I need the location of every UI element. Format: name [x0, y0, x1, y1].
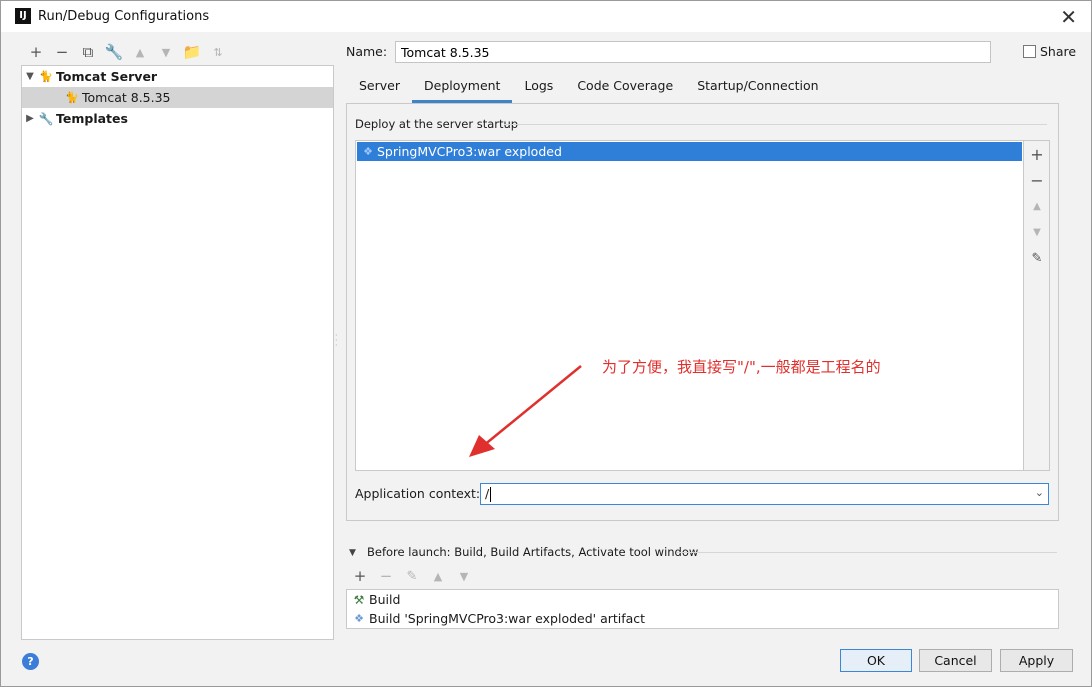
- edit-defaults-wrench-icon[interactable]: 🔧: [101, 43, 127, 61]
- list-item[interactable]: ❖ Build 'SpringMVCPro3:war exploded' art…: [347, 609, 1058, 628]
- chevron-right-icon[interactable]: ▶: [22, 113, 38, 124]
- list-item[interactable]: ⚒ Build: [347, 590, 1058, 609]
- add-icon[interactable]: +: [347, 567, 373, 585]
- move-down-icon[interactable]: ▼: [1024, 222, 1050, 242]
- remove-config-icon[interactable]: −: [49, 43, 75, 61]
- text-caret: [490, 487, 491, 502]
- deploy-artifact-list[interactable]: ❖ SpringMVCPro3:war exploded: [355, 140, 1024, 471]
- tree-item-label: Templates: [56, 111, 128, 126]
- name-input[interactable]: [395, 41, 991, 63]
- move-up-icon[interactable]: ▲: [127, 43, 153, 61]
- chevron-down-icon[interactable]: ▼: [22, 71, 38, 82]
- run-debug-dialog: IJ Run/Debug Configurations ✕ + − ⧉ 🔧 ▲ …: [0, 0, 1092, 687]
- edit-pencil-icon[interactable]: ✎: [1024, 248, 1050, 268]
- share-checkbox[interactable]: [1023, 45, 1036, 58]
- tree-item-label: Tomcat Server: [56, 69, 158, 84]
- config-tree: ▼ 🐈 Tomcat Server 🐈 Tomcat 8.5.35 ▶ 🔧 Te…: [21, 65, 334, 640]
- cancel-button[interactable]: Cancel: [919, 649, 992, 672]
- tab-server[interactable]: Server: [347, 73, 412, 103]
- hammer-icon: ⚒: [353, 592, 365, 607]
- intellij-app-icon: IJ: [15, 8, 31, 24]
- remove-icon[interactable]: −: [1024, 170, 1050, 190]
- deploy-group-title: Deploy at the server startup: [355, 117, 519, 131]
- name-label: Name:: [346, 44, 388, 59]
- close-icon[interactable]: ✕: [1060, 5, 1077, 29]
- move-up-icon[interactable]: ▲: [425, 567, 451, 585]
- tomcat-icon: 🐈: [39, 70, 53, 83]
- before-launch-title[interactable]: Before launch: Build, Build Artifacts, A…: [367, 545, 698, 559]
- wrench-icon: 🔧: [38, 111, 54, 126]
- sort-icon[interactable]: ⇅: [205, 43, 231, 61]
- artifact-icon: ❖: [354, 612, 364, 625]
- app-context-value: /: [485, 486, 490, 501]
- share-label[interactable]: Share: [1040, 44, 1076, 59]
- config-toolbar: + − ⧉ 🔧 ▲ ▼ 📁 ⇅: [23, 43, 231, 61]
- tab-startup-connection[interactable]: Startup/Connection: [685, 73, 830, 103]
- move-up-icon[interactable]: ▲: [1024, 196, 1050, 216]
- annotation-text: 为了方便，我直接写"/",一般都是工程名的: [602, 358, 881, 376]
- before-launch-toolbar: + − ✎ ▲ ▼: [347, 567, 477, 585]
- tree-item-label: Tomcat 8.5.35: [82, 90, 171, 105]
- tab-logs[interactable]: Logs: [512, 73, 565, 103]
- help-icon[interactable]: ?: [22, 653, 39, 670]
- title-bar: IJ Run/Debug Configurations ✕: [1, 1, 1091, 32]
- app-context-combobox[interactable]: / ⌄: [480, 483, 1049, 505]
- splitter-handle[interactable]: · · ·: [335, 332, 339, 350]
- ok-button[interactable]: OK: [840, 649, 912, 672]
- move-down-icon[interactable]: ▼: [153, 43, 179, 61]
- list-item[interactable]: ❖ SpringMVCPro3:war exploded: [357, 142, 1022, 161]
- tree-item-tomcat-server[interactable]: ▼ 🐈 Tomcat Server: [22, 66, 333, 87]
- item-label: Build: [369, 592, 401, 607]
- chevron-down-icon[interactable]: ⌄: [1035, 486, 1044, 499]
- artifact-label: SpringMVCPro3:war exploded: [377, 144, 562, 159]
- add-icon[interactable]: +: [1024, 144, 1050, 164]
- add-config-icon[interactable]: +: [23, 43, 49, 61]
- divider: [504, 124, 1047, 125]
- edit-pencil-icon[interactable]: ✎: [399, 567, 425, 585]
- divider: [677, 552, 1057, 553]
- apply-button[interactable]: Apply: [1000, 649, 1073, 672]
- artifact-icon: ❖: [363, 145, 373, 158]
- tomcat-icon: 🐈: [65, 91, 79, 104]
- tree-item-templates[interactable]: ▶ 🔧 Templates: [22, 108, 333, 129]
- collapse-triangle-icon[interactable]: ▼: [349, 548, 356, 558]
- move-down-icon[interactable]: ▼: [451, 567, 477, 585]
- new-folder-icon[interactable]: 📁: [179, 43, 205, 61]
- tab-code-coverage[interactable]: Code Coverage: [565, 73, 685, 103]
- annotation-arrow-icon: [469, 365, 582, 457]
- item-label: Build 'SpringMVCPro3:war exploded' artif…: [369, 611, 646, 626]
- copy-config-icon[interactable]: ⧉: [75, 43, 101, 61]
- remove-icon[interactable]: −: [373, 567, 399, 585]
- config-tabs: Server Deployment Logs Code Coverage Sta…: [347, 73, 831, 103]
- window-title: Run/Debug Configurations: [38, 9, 210, 24]
- tab-deployment[interactable]: Deployment: [412, 73, 513, 103]
- before-launch-list: ⚒ Build ❖ Build 'SpringMVCPro3:war explo…: [346, 589, 1059, 629]
- tree-item-tomcat-8-5-35[interactable]: 🐈 Tomcat 8.5.35: [22, 87, 333, 108]
- deploy-list-toolbar: + − ▲ ▼ ✎: [1024, 140, 1050, 471]
- app-context-label: Application context:: [355, 486, 481, 501]
